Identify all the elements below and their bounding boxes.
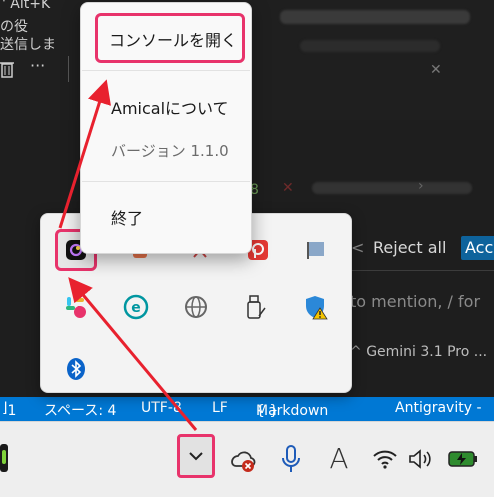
chat-input-placeholder[interactable]: to mention, / for (350, 292, 480, 311)
status-spaces[interactable]: スペース: 4 (44, 400, 116, 420)
bluetooth-icon[interactable] (59, 352, 93, 386)
usb-drive-icon[interactable] (239, 290, 273, 324)
svg-text:e: e (131, 300, 141, 316)
menu-item-version: バージョン 1.1.0 (111, 142, 229, 160)
status-extension[interactable]: Antigravity - (395, 400, 482, 416)
defender-warning-icon[interactable] (299, 290, 333, 324)
menu-separator (82, 181, 250, 182)
close-icon[interactable]: ✕ (430, 62, 442, 78)
volume-icon[interactable] (408, 448, 434, 470)
onedrive-error-icon[interactable] (228, 446, 256, 474)
toolbar-divider (68, 56, 69, 82)
chevron-down-icon (189, 452, 203, 461)
slack-icon[interactable] (59, 290, 93, 324)
status-line[interactable]: ⌋ 1 (2, 400, 16, 419)
chevron-icon[interactable]: › (418, 178, 424, 194)
editor-line-fragment: の役 (0, 19, 28, 35)
model-label: Gemini 3.1 Pro ... (366, 344, 488, 360)
blurred-text (280, 10, 470, 24)
status-encoding[interactable]: UTF-8 (141, 400, 182, 416)
editor-line-fragment-2: 送信しま (0, 37, 56, 53)
reject-all-button[interactable]: Reject all (373, 236, 446, 260)
close-icon[interactable]: ✕ (282, 180, 294, 196)
menu-item-quit[interactable]: 終了 (81, 205, 281, 229)
wifi-icon[interactable] (372, 448, 398, 470)
battery-charging-icon[interactable] (448, 450, 478, 468)
status-eol[interactable]: LF (212, 400, 228, 416)
globe-icon[interactable] (179, 290, 213, 324)
menu-separator (82, 70, 250, 71)
divider (350, 270, 494, 271)
microphone-icon[interactable] (280, 444, 302, 474)
model-selector[interactable]: ^ Gemini 3.1 Pro ... (350, 344, 487, 360)
accept-all-button[interactable]: Acc (461, 236, 494, 260)
blurred-text (312, 182, 472, 194)
taskbar: A (0, 421, 494, 497)
eset-icon[interactable]: e (119, 290, 153, 324)
editor-title-fragment: ' Alt+K (2, 0, 51, 12)
show-hidden-icons-button[interactable] (177, 434, 215, 478)
flag-icon[interactable] (299, 233, 333, 267)
status-bar: ⌋ 1 スペース: 4 UTF-8 LF { } Markdown Antigr… (0, 397, 494, 421)
more-options-button[interactable]: ··· (30, 56, 45, 75)
blurred-text (300, 40, 440, 52)
trash-icon[interactable] (0, 60, 14, 78)
diff-nav-icon[interactable]: < (351, 236, 364, 260)
menu-item-about[interactable]: Amicalについて (81, 95, 281, 119)
context-menu: コンソールを開く Amicalについて バージョン 1.1.0 終了 (80, 2, 252, 254)
font-icon[interactable]: A (326, 442, 352, 475)
menu-item-open-console[interactable]: コンソールを開く (81, 27, 279, 51)
app-icon[interactable] (0, 444, 10, 472)
